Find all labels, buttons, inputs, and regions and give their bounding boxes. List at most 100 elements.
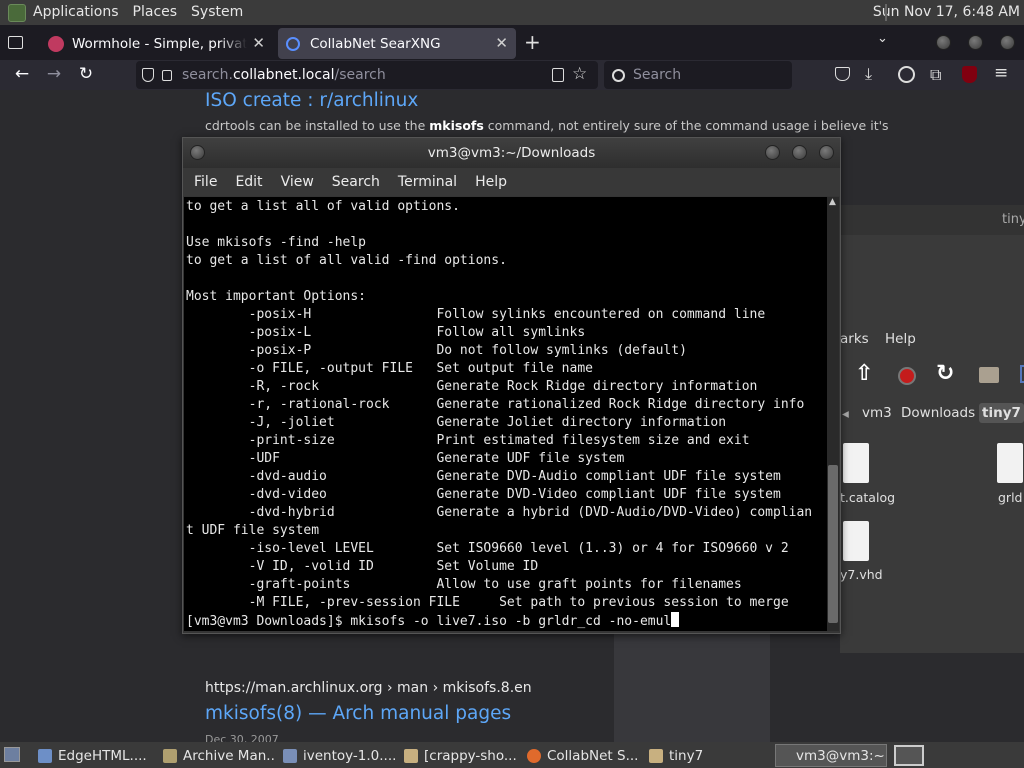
maximize-window-icon[interactable] xyxy=(968,35,983,50)
shield-icon[interactable] xyxy=(142,68,154,82)
clock[interactable]: Sun Nov 17, 6:48 AM xyxy=(873,0,1020,25)
minimize-window-icon[interactable] xyxy=(765,145,780,160)
distro-logo-icon[interactable] xyxy=(8,3,26,22)
menu-bookmarks[interactable]: arks xyxy=(840,331,869,347)
file-label[interactable]: y7.vhd xyxy=(840,567,883,582)
taskbar-item[interactable]: CollabNet S... xyxy=(527,744,642,767)
taskbar-item-label: CollabNet S... xyxy=(547,747,639,764)
downloads-icon[interactable]: ⤓ xyxy=(865,64,872,84)
taskbar-item[interactable]: vm3@vm3:~... xyxy=(775,744,887,767)
result-snippet: cdrtools can be installed to use the mki… xyxy=(205,118,889,133)
browser-nav-bar: ← → ↻ search. collabnet.local/search ☆ Se… xyxy=(0,60,1024,90)
taskbar-item[interactable]: iventoy-1.0.... xyxy=(283,744,396,767)
pocket-icon[interactable] xyxy=(835,67,850,81)
bookmark-star-icon[interactable]: ☆ xyxy=(572,64,587,84)
lock-icon[interactable] xyxy=(162,69,172,81)
menu-help[interactable]: Help xyxy=(466,174,516,190)
url-bar[interactable]: search. collabnet.local/search ☆ xyxy=(136,61,598,89)
terminal-screen[interactable]: to get a list all of valid options. Use m… xyxy=(184,197,827,631)
reader-view-icon[interactable] xyxy=(552,68,564,82)
taskbar-item[interactable]: EdgeHTML.... xyxy=(38,744,153,767)
terminal-line: -dvd-video Generate DVD-Video compliant … xyxy=(186,487,781,502)
taskbar-item[interactable]: [crappy-sho... xyxy=(404,744,521,767)
new-tab-icon[interactable]: + xyxy=(524,30,541,54)
tab-list-chevron-icon[interactable]: ⌄ xyxy=(877,31,888,46)
snippet-text: cdrtools can be installed to use the xyxy=(205,118,430,133)
scroll-up-icon[interactable]: ▲ xyxy=(829,197,836,207)
terminal-line: -graft-points Allow to use graft points … xyxy=(186,577,742,592)
window-menu-icon[interactable] xyxy=(190,145,205,160)
file-manager-window[interactable]: tiny arks Help ⇧ ↻ ◂ vm3 Downloads tiny7… xyxy=(840,205,1024,653)
menu-file[interactable]: File xyxy=(185,174,226,190)
terminal-line: -posix-H Follow sylinks encountered on c… xyxy=(186,307,766,322)
path-tiny7[interactable]: tiny7 xyxy=(979,403,1024,423)
close-window-icon[interactable] xyxy=(1000,35,1015,50)
menu-terminal[interactable]: Terminal xyxy=(389,174,466,190)
panel-separator xyxy=(885,4,887,21)
search-bar[interactable]: Search xyxy=(604,61,792,89)
terminal-window[interactable]: vm3@vm3:~/Downloads File Edit View Searc… xyxy=(182,137,841,634)
path-downloads[interactable]: Downloads xyxy=(901,405,975,421)
taskbar-item[interactable]: tiny7 xyxy=(649,744,766,767)
home-icon[interactable] xyxy=(979,367,999,383)
stop-icon[interactable] xyxy=(898,367,916,385)
file-icon[interactable] xyxy=(997,443,1023,483)
tab-overview-icon[interactable] xyxy=(8,36,23,49)
back-icon[interactable]: ← xyxy=(10,64,34,84)
tab-wormhole[interactable]: Wormhole - Simple, private fil ✕ xyxy=(40,28,273,59)
computer-icon[interactable] xyxy=(1020,365,1024,383)
result-url[interactable]: https://man.archlinux.org › man › mkisof… xyxy=(205,680,532,696)
file-label[interactable]: grld xyxy=(998,490,1022,505)
applications-menu[interactable]: Applications xyxy=(26,0,126,25)
file-icon[interactable] xyxy=(843,521,869,561)
menu-help[interactable]: Help xyxy=(885,331,916,347)
menu-search[interactable]: Search xyxy=(323,174,389,190)
browser-tab-bar: Wormhole - Simple, private fil ✕ CollabN… xyxy=(0,25,1024,60)
terminal-line: -dvd-audio Generate DVD-Audio compliant … xyxy=(186,469,781,484)
result-title[interactable]: ISO create : r/archlinux xyxy=(205,90,418,111)
menu-view[interactable]: View xyxy=(272,174,323,190)
up-arrow-icon[interactable]: ⇧ xyxy=(855,361,873,386)
path-vm3[interactable]: vm3 xyxy=(862,405,892,421)
reload-icon[interactable]: ↻ xyxy=(74,64,98,84)
maximize-window-icon[interactable] xyxy=(792,145,807,160)
terminal-line: to get a list all of valid options. xyxy=(186,199,460,214)
terminal-prompt-line[interactable]: [vm3@vm3 Downloads]$ mkisofs -o live7.is… xyxy=(186,612,827,630)
menu-edit[interactable]: Edit xyxy=(226,174,271,190)
terminal-line: -J, -joliet Generate Joliet directory in… xyxy=(186,415,727,430)
file-manager-titlebar[interactable]: tiny xyxy=(840,205,1024,235)
forward-icon[interactable]: → xyxy=(42,64,66,84)
taskbar-item-label: [crappy-sho... xyxy=(424,747,517,764)
reload-icon[interactable]: ↻ xyxy=(936,361,954,386)
terminal-scrollbar[interactable]: ▲ xyxy=(827,197,839,631)
account-icon[interactable] xyxy=(898,66,915,83)
places-menu[interactable]: Places xyxy=(126,0,185,25)
folder-icon xyxy=(404,748,418,763)
system-menu[interactable]: System xyxy=(184,0,250,25)
file-label[interactable]: t.catalog xyxy=(840,490,895,505)
url-host: search. xyxy=(182,67,233,83)
ublock-icon[interactable] xyxy=(962,66,977,83)
firefox-icon xyxy=(527,748,541,763)
close-window-icon[interactable] xyxy=(819,145,834,160)
close-tab-icon[interactable]: ✕ xyxy=(252,34,265,52)
minimize-window-icon[interactable] xyxy=(936,35,951,50)
show-desktop-icon[interactable] xyxy=(4,747,20,762)
terminal-line: -iso-level LEVEL Set ISO9660 level (1..3… xyxy=(186,541,789,556)
path-back-icon[interactable]: ◂ xyxy=(842,406,849,422)
workspace-switcher[interactable] xyxy=(894,745,924,766)
result-date: Dec 30, 2007 xyxy=(205,733,279,742)
result-title[interactable]: mkisofs(8) — Arch manual pages xyxy=(205,703,511,724)
terminal-line: t UDF file system xyxy=(186,523,320,538)
extensions-icon[interactable]: ⧉ xyxy=(930,65,941,85)
tab-collabnet-searxng[interactable]: CollabNet SearXNG ✕ xyxy=(278,28,516,59)
taskbar-item[interactable]: Archive Man... xyxy=(163,744,276,767)
terminal-titlebar[interactable]: vm3@vm3:~/Downloads xyxy=(183,138,840,168)
close-tab-icon[interactable]: ✕ xyxy=(495,34,508,52)
terminal-line: -posix-P Do not follow symlinks (default… xyxy=(186,343,687,358)
app-menu-icon[interactable]: ≡ xyxy=(994,63,1008,83)
scroll-thumb[interactable] xyxy=(828,465,838,623)
file-icon[interactable] xyxy=(843,443,869,483)
terminal-line: Most important Options: xyxy=(186,289,367,304)
